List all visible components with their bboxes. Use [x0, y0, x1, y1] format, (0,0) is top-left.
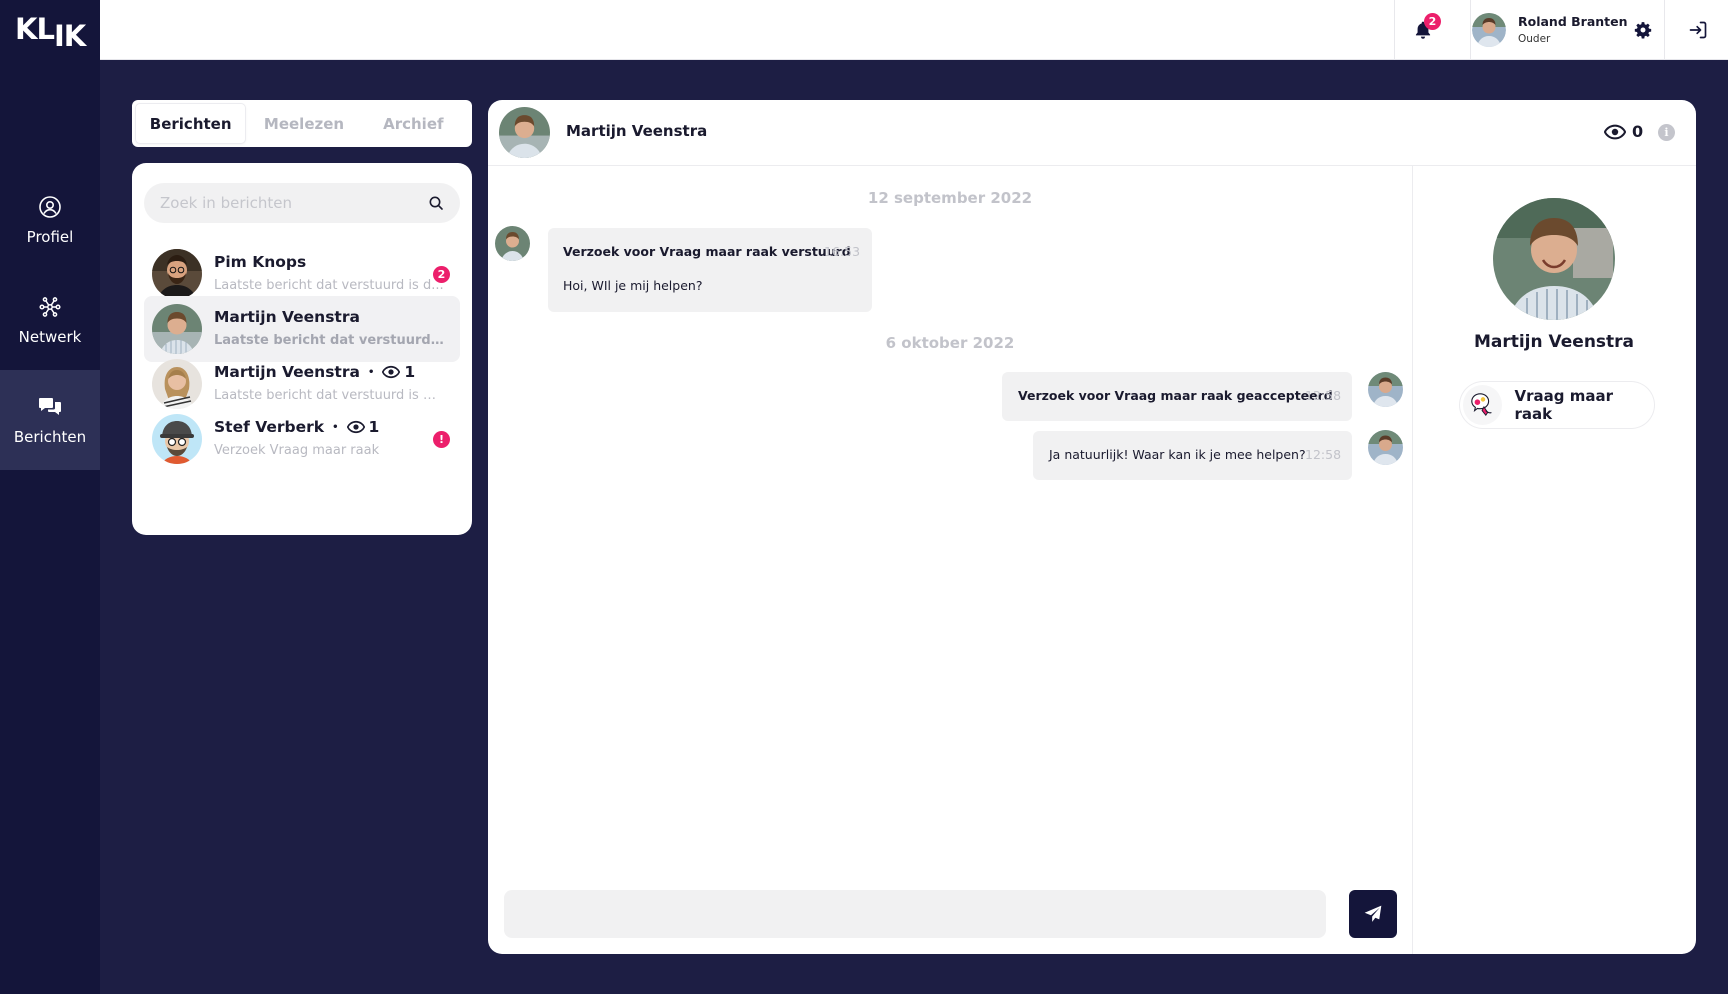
conversation-preview: Verzoek Vraag maar raak	[214, 443, 380, 458]
date-separator: 6 oktober 2022	[885, 334, 1015, 352]
top-divider	[1470, 0, 1471, 60]
nav-label-netwerk: Netwerk	[18, 327, 82, 346]
logo-part-2: IK	[53, 19, 86, 53]
top-divider	[1664, 0, 1665, 60]
sender-avatar	[1368, 372, 1403, 407]
profile-icon	[39, 195, 61, 218]
request-chip-label: Vraag maar raak	[1514, 387, 1613, 423]
search-icon[interactable]	[428, 195, 444, 211]
separator-dot: •	[367, 366, 375, 378]
request-chip[interactable]: Vraag maar raak	[1460, 382, 1654, 428]
tab-berichten[interactable]: Berichten	[136, 104, 246, 143]
date-separator: 12 september 2022	[867, 189, 1033, 207]
eye-icon	[346, 420, 365, 434]
nav-label-berichten: Berichten	[13, 427, 87, 446]
message-tabs: Berichten Meelezen Archief	[132, 100, 472, 147]
tab-meelezen[interactable]: Meelezen	[249, 104, 358, 143]
conversation-name-text: Pim Knops	[214, 253, 307, 271]
info-icon[interactable]: i	[1658, 124, 1675, 141]
sidebar: KL IK Profiel Netwerk Berichten	[0, 0, 100, 994]
nav-item-profiel[interactable]: Profiel	[0, 170, 100, 270]
view-count-value: 1	[404, 363, 416, 381]
logout-icon[interactable]	[1688, 20, 1708, 40]
message-time: 12:58	[1305, 447, 1342, 462]
chat-view-count-value: 0	[1632, 122, 1644, 141]
conversation-name-text: Stef Verberk	[214, 418, 325, 436]
chat-header: Martijn Veenstra 0 i	[488, 100, 1696, 166]
message-title: Verzoek voor Vraag maar raak verstuurd	[563, 244, 851, 259]
message-text: Ja natuurlijk! Waar kan ik je mee helpen…	[1049, 447, 1306, 462]
unread-badge: 2	[433, 266, 450, 283]
message-bubble: Verzoek voor Vraag maar raak verstuurd 1…	[548, 228, 872, 312]
contact-avatar[interactable]	[499, 107, 550, 158]
search-input[interactable]	[144, 183, 460, 223]
user-name: Roland Branten	[1518, 14, 1628, 29]
view-count: 1	[346, 418, 380, 436]
conversation-name: Martijn Veenstra	[214, 308, 360, 326]
avatar	[152, 249, 202, 299]
logo-part-1: KL	[15, 12, 55, 46]
klik-logo[interactable]: KL IK	[15, 12, 86, 53]
eye-icon	[382, 365, 401, 379]
eye-icon	[1604, 124, 1626, 139]
question-bubble-icon	[1463, 385, 1503, 425]
message-text: Hoi, WIl je mij helpen?	[563, 278, 703, 293]
user-role: Ouder	[1518, 33, 1551, 45]
message-time: 16:53	[824, 244, 861, 259]
panel-divider	[1412, 166, 1413, 954]
send-icon	[1364, 905, 1382, 922]
conversation-preview: Laatste bericht dat verstuurd is door...	[214, 388, 444, 403]
gear-icon[interactable]	[1634, 21, 1652, 39]
view-count: 1	[382, 363, 415, 381]
message-bubble: Ja natuurlijk! Waar kan ik je mee helpen…	[1033, 431, 1352, 480]
nav-item-berichten[interactable]: Berichten	[0, 370, 100, 470]
contact-name: Martijn Veenstra	[566, 122, 708, 140]
conversation-preview: Laatste bericht dat verstuurd is d...	[214, 278, 444, 293]
avatar	[152, 414, 202, 464]
conversation-name: Stef Verberk • 1	[214, 418, 379, 436]
conversation-preview: Laatste bericht dat verstuurd is doo...	[214, 333, 444, 348]
message-input[interactable]	[504, 890, 1326, 938]
network-icon	[39, 296, 61, 317]
top-divider	[1394, 0, 1395, 60]
tab-archief[interactable]: Archief	[359, 104, 468, 143]
message-time: 12:58	[1305, 388, 1342, 403]
sender-avatar	[1368, 430, 1403, 465]
chat-view-count: 0	[1604, 122, 1643, 141]
notification-badge: 2	[1424, 13, 1441, 30]
separator-dot: •	[332, 421, 339, 433]
message-bubble: Verzoek voor Vraag maar raak geaccepteer…	[1002, 372, 1352, 421]
profile-photo	[1493, 198, 1615, 320]
conversation-name-text: Martijn Veenstra	[214, 363, 360, 381]
nav-item-netwerk[interactable]: Netwerk	[0, 270, 100, 370]
profile-name: Martijn Veenstra	[1473, 332, 1635, 352]
conversation-name-text: Martijn Veenstra	[214, 308, 360, 326]
conversation-name: Martijn Veenstra • 1	[214, 363, 415, 381]
send-button[interactable]	[1349, 890, 1397, 938]
chat-icon	[39, 397, 61, 415]
user-avatar[interactable]	[1472, 13, 1506, 47]
conversation-name: Pim Knops	[214, 253, 306, 271]
conversation-item[interactable]: Stef Verberk • 1 Verzoek Vraag maar raak…	[144, 406, 460, 472]
chat-panel: Martijn Veenstra 0 i 12 september 2022 V…	[488, 100, 1696, 954]
avatar	[152, 359, 202, 409]
sender-avatar	[495, 226, 530, 261]
message-title: Verzoek voor Vraag maar raak geaccepteer…	[1018, 388, 1333, 403]
conversation-list: Pim Knops Laatste bericht dat verstuurd …	[132, 163, 472, 535]
view-count-value: 1	[368, 418, 380, 436]
avatar	[152, 304, 202, 354]
nav-label-profiel: Profiel	[26, 227, 74, 246]
alert-badge: !	[433, 431, 450, 448]
